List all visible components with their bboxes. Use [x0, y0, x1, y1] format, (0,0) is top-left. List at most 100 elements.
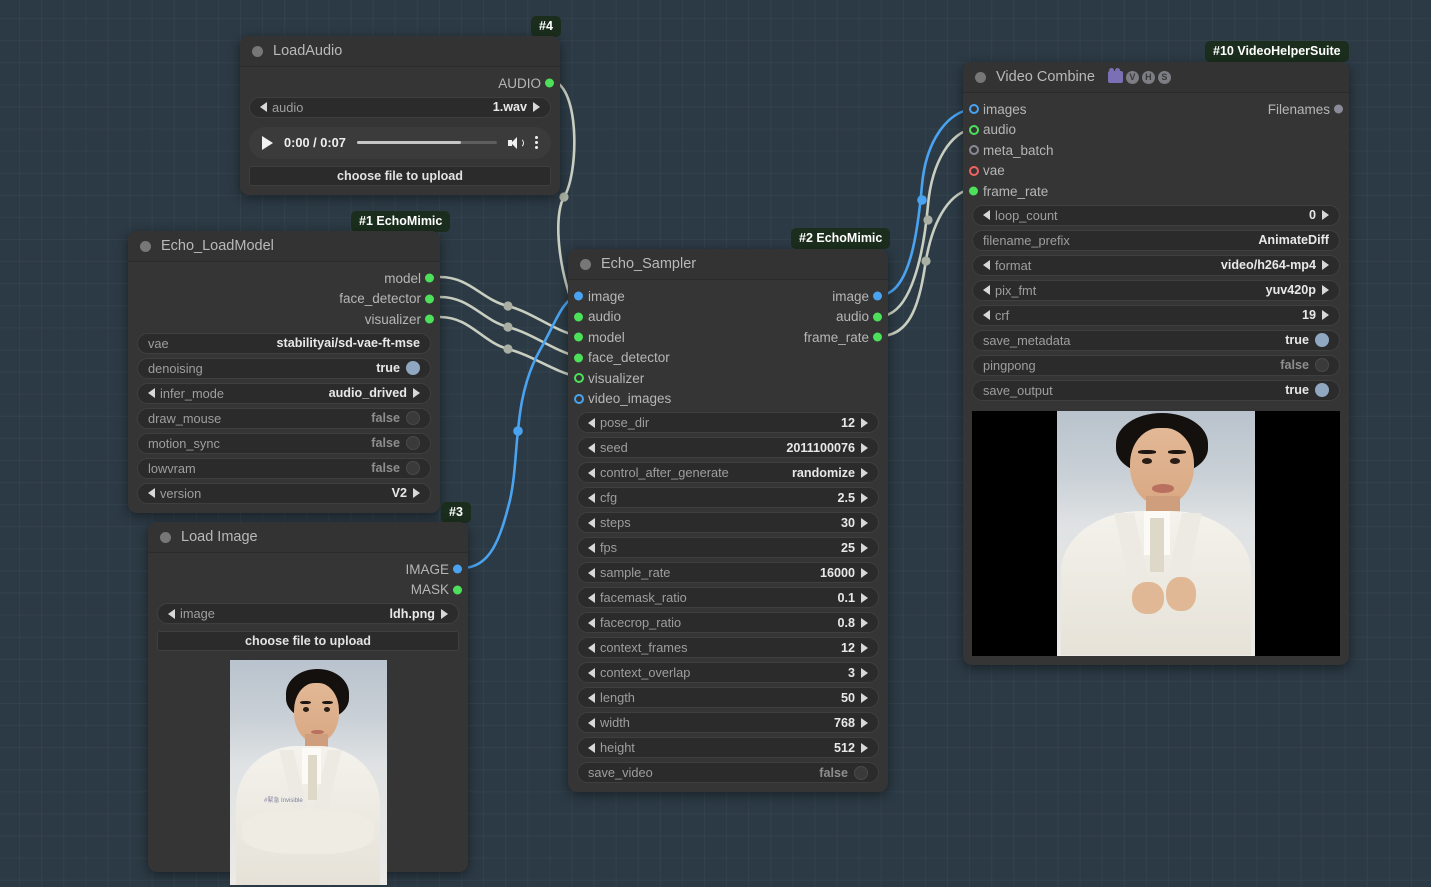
- vhs-badge-h[interactable]: H: [1141, 70, 1155, 84]
- slot-dot-icon[interactable]: [969, 104, 979, 115]
- widget-pix-fmt[interactable]: pix_fmt yuv420p: [972, 279, 1340, 301]
- widget-height[interactable]: height 512: [577, 737, 879, 758]
- toggle-icon[interactable]: [854, 765, 868, 780]
- chevron-left-icon[interactable]: [588, 492, 595, 503]
- toggle-icon[interactable]: [406, 411, 420, 425]
- node-title-bar[interactable]: Load Image: [148, 522, 468, 553]
- node-load-audio[interactable]: LoadAudio AUDIO audio 1.wav 0:00 / 0:07: [240, 36, 560, 195]
- chevron-right-icon[interactable]: [441, 608, 448, 619]
- chevron-right-icon[interactable]: [861, 542, 868, 553]
- chevron-right-icon[interactable]: [1322, 260, 1329, 270]
- widget-width[interactable]: width 768: [577, 712, 879, 733]
- output-slot-face-detector[interactable]: face_detector: [128, 289, 440, 310]
- slot-dot-icon[interactable]: [1334, 104, 1343, 114]
- widget-context-frames[interactable]: context_frames 12: [577, 637, 879, 658]
- video-preview[interactable]: [972, 410, 1340, 656]
- toggle-icon[interactable]: [1315, 383, 1329, 397]
- chevron-left-icon[interactable]: [983, 310, 990, 320]
- chevron-left-icon[interactable]: [983, 210, 990, 220]
- widget-pingpong[interactable]: pingpong false: [972, 354, 1340, 376]
- chevron-right-icon[interactable]: [861, 742, 868, 753]
- output-slot-audio[interactable]: AUDIO: [240, 73, 560, 94]
- slot-dot-icon[interactable]: [969, 186, 978, 196]
- slot-dot-icon[interactable]: [425, 273, 434, 283]
- output-slot-mask[interactable]: MASK: [148, 580, 468, 601]
- chevron-left-icon[interactable]: [168, 608, 175, 619]
- widget-save-output[interactable]: save_output true: [972, 379, 1340, 401]
- node-echo-loadmodel[interactable]: Echo_LoadModel model face_detector visua…: [128, 231, 440, 513]
- slot-dot-icon[interactable]: [574, 312, 583, 322]
- input-slot-audio[interactable]: audio audio: [568, 307, 888, 328]
- widget-facecrop-ratio[interactable]: facecrop_ratio 0.8: [577, 612, 879, 633]
- chevron-right-icon[interactable]: [861, 667, 868, 678]
- chevron-left-icon[interactable]: [148, 488, 155, 498]
- widget-control-after-generate[interactable]: control_after_generate randomize: [577, 462, 879, 483]
- widget-denoising[interactable]: denoising true: [137, 357, 431, 379]
- chevron-right-icon[interactable]: [1322, 310, 1329, 320]
- chevron-right-icon[interactable]: [861, 642, 868, 653]
- widget-draw-mouse[interactable]: draw_mouse false: [137, 407, 431, 429]
- chevron-right-icon[interactable]: [861, 567, 868, 578]
- slot-dot-icon[interactable]: [574, 291, 583, 301]
- chevron-left-icon[interactable]: [588, 517, 595, 528]
- chevron-right-icon[interactable]: [533, 102, 540, 112]
- widget-sample-rate[interactable]: sample_rate 16000: [577, 562, 879, 583]
- toggle-icon[interactable]: [406, 436, 420, 450]
- widget-facemask-ratio[interactable]: facemask_ratio 0.1: [577, 587, 879, 608]
- chevron-left-icon[interactable]: [588, 717, 595, 728]
- output-slot-image[interactable]: IMAGE: [148, 559, 468, 580]
- widget-context-overlap[interactable]: context_overlap 3: [577, 662, 879, 683]
- widget-motion-sync[interactable]: motion_sync false: [137, 432, 431, 454]
- collapse-icon[interactable]: [975, 71, 986, 83]
- chevron-left-icon[interactable]: [588, 417, 595, 428]
- node-title-bar[interactable]: Echo_LoadModel: [128, 231, 440, 262]
- toggle-icon[interactable]: [406, 461, 420, 475]
- input-slot-audio[interactable]: audio: [963, 120, 1349, 141]
- widget-pose-dir[interactable]: pose_dir 12: [577, 412, 879, 433]
- widget-infer-mode[interactable]: infer_mode audio_drived: [137, 382, 431, 404]
- chevron-right-icon[interactable]: [861, 717, 868, 728]
- node-title-bar[interactable]: Video Combine V H S: [963, 62, 1349, 93]
- chevron-left-icon[interactable]: [983, 260, 990, 270]
- widget-cfg[interactable]: cfg 2.5: [577, 487, 879, 508]
- chevron-right-icon[interactable]: [1322, 285, 1329, 295]
- input-slot-image[interactable]: image image: [568, 286, 888, 307]
- chevron-right-icon[interactable]: [861, 692, 868, 703]
- speaker-icon[interactable]: [508, 136, 524, 150]
- widget-save-metadata[interactable]: save_metadata true: [972, 329, 1340, 351]
- widget-steps[interactable]: steps 30: [577, 512, 879, 533]
- chevron-left-icon[interactable]: [148, 388, 155, 398]
- toggle-icon[interactable]: [1315, 333, 1329, 347]
- vhs-badge-s[interactable]: S: [1157, 70, 1171, 84]
- chevron-left-icon[interactable]: [588, 467, 595, 478]
- chevron-left-icon[interactable]: [588, 667, 595, 678]
- input-slot-face-detector[interactable]: face_detector: [568, 348, 888, 369]
- input-slot-visualizer[interactable]: visualizer: [568, 368, 888, 389]
- chevron-left-icon[interactable]: [588, 542, 595, 553]
- slot-dot-icon[interactable]: [969, 145, 979, 156]
- widget-format[interactable]: format video/h264-mp4: [972, 254, 1340, 276]
- slot-dot-icon[interactable]: [574, 353, 583, 363]
- collapse-icon[interactable]: [252, 45, 263, 57]
- node-title-bar[interactable]: Echo_Sampler: [568, 249, 888, 280]
- slot-dot-icon[interactable]: [873, 312, 882, 322]
- widget-lowvram[interactable]: lowvram false: [137, 457, 431, 479]
- chevron-left-icon[interactable]: [588, 592, 595, 603]
- widget-crf[interactable]: crf 19: [972, 304, 1340, 326]
- node-video-combine[interactable]: Video Combine V H S images Filenames aud…: [963, 62, 1349, 665]
- widget-audio[interactable]: audio 1.wav: [249, 96, 551, 118]
- input-slot-video-images[interactable]: video_images: [568, 389, 888, 410]
- widget-loop-count[interactable]: loop_count 0: [972, 204, 1340, 226]
- more-options-icon[interactable]: [535, 135, 538, 150]
- slot-dot-icon[interactable]: [545, 78, 554, 88]
- chevron-left-icon[interactable]: [588, 442, 595, 453]
- node-title-bar[interactable]: LoadAudio: [240, 36, 560, 67]
- input-slot-model[interactable]: model frame_rate: [568, 327, 888, 348]
- widget-fps[interactable]: fps 25: [577, 537, 879, 558]
- play-icon[interactable]: [262, 135, 273, 150]
- chevron-right-icon[interactable]: [861, 467, 868, 478]
- collapse-icon[interactable]: [140, 240, 151, 252]
- output-slot-visualizer[interactable]: visualizer: [128, 309, 440, 330]
- upload-audio-button[interactable]: choose file to upload: [249, 165, 551, 186]
- audio-progress-slider[interactable]: [356, 140, 497, 145]
